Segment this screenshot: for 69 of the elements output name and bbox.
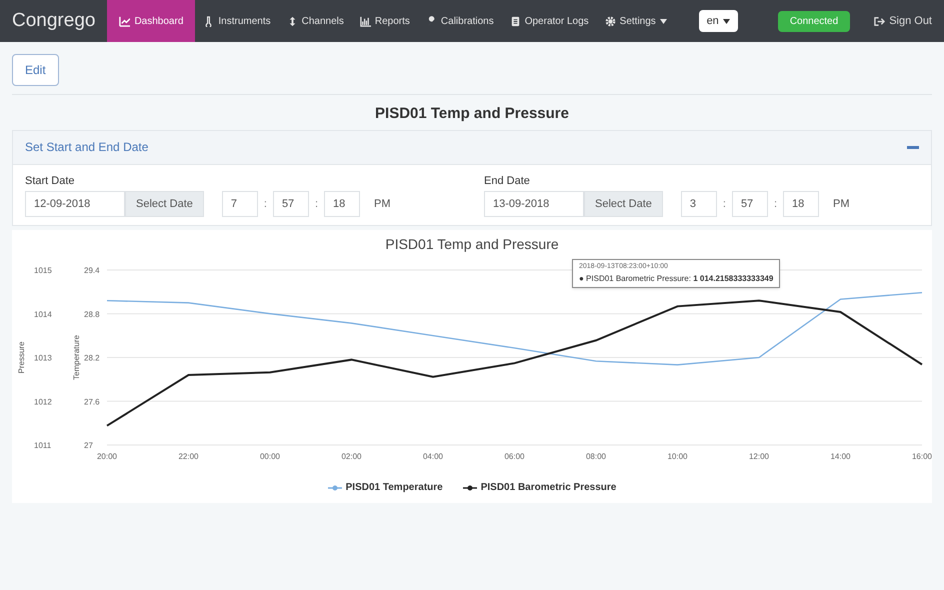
axis-tick-label: 22:00 bbox=[178, 452, 199, 461]
axis-tick-label: 29.4 bbox=[84, 266, 100, 275]
axis-tick-label: 28.2 bbox=[84, 354, 100, 362]
am-pm-label: PM bbox=[374, 196, 390, 212]
date-label: Start Date bbox=[25, 174, 76, 188]
axis-tick-label: 16:00 bbox=[912, 452, 932, 461]
select-date-button[interactable]: Select Date bbox=[584, 191, 663, 217]
sign-out-icon bbox=[874, 16, 886, 26]
axis-tick-label: 1012 bbox=[34, 397, 52, 406]
legend-marker-icon bbox=[462, 484, 477, 490]
nav-tab[interactable]: Dashboard bbox=[107, 0, 196, 42]
axis-tick-label: 06:00 bbox=[504, 452, 525, 461]
axis-tick-label: 27 bbox=[84, 441, 93, 450]
tooltip-value: ● PISD01 Barometric Pressure: 1 014.2158333333349 bbox=[579, 272, 774, 284]
chart-icon bbox=[119, 16, 130, 26]
chart-title: PISD01 Temp and Pressure bbox=[384, 235, 560, 254]
axis-tick-label: 1015 bbox=[34, 266, 52, 275]
axis-tick-label: 1013 bbox=[34, 354, 52, 362]
legend-marker-icon bbox=[328, 484, 342, 490]
hour-field[interactable]: 7 bbox=[222, 191, 258, 217]
thermometer-icon bbox=[203, 16, 214, 26]
am-pm-label: PM bbox=[833, 196, 850, 212]
legend-item[interactable]: PISD01 Temperature bbox=[328, 480, 443, 495]
axis-tick-label: 27.6 bbox=[84, 397, 100, 406]
doc-icon bbox=[510, 16, 521, 26]
axis-tick-label: 14:00 bbox=[830, 452, 851, 461]
minute-field[interactable]: 57 bbox=[732, 191, 768, 217]
second-field[interactable]: 18 bbox=[324, 191, 360, 217]
axis-tick-label: 1011 bbox=[34, 441, 52, 450]
axis-tick-label: 00:00 bbox=[260, 452, 280, 461]
minute-field[interactable]: 57 bbox=[272, 191, 309, 217]
axis-title: Pressure bbox=[17, 342, 26, 374]
page-title: PISD01 Temp and Pressure bbox=[374, 104, 570, 124]
nav-tab[interactable]: Operator Logs bbox=[502, 0, 597, 42]
axis-tick-label: 08:00 bbox=[586, 452, 606, 461]
select-date-button[interactable]: Select Date bbox=[125, 191, 204, 217]
axis-tick-label: 04:00 bbox=[422, 452, 444, 461]
connection-badge: Connected bbox=[778, 10, 850, 32]
nav-tab[interactable]: Calibrations bbox=[418, 0, 502, 42]
second-field[interactable]: 18 bbox=[783, 191, 819, 217]
time-separator: : bbox=[774, 196, 777, 212]
axis-title: Temperature bbox=[72, 335, 81, 380]
brand-logo[interactable]: Congrego bbox=[0, 6, 108, 36]
date-field[interactable]: 12-09-2018 bbox=[25, 191, 125, 217]
axis-tick-label: 20:00 bbox=[96, 452, 118, 461]
axis-tick-label: 10:00 bbox=[667, 452, 688, 461]
nav-tab[interactable]: Settings bbox=[596, 0, 675, 42]
language-dropdown[interactable]: en bbox=[698, 10, 738, 32]
collapse-icon[interactable] bbox=[907, 146, 919, 148]
gear-icon bbox=[604, 16, 616, 26]
axis-tick-label: 12:00 bbox=[748, 452, 770, 461]
date-field[interactable]: 13-09-2018 bbox=[484, 191, 584, 217]
time-separator: : bbox=[722, 196, 726, 212]
axis-tick-label: 02:00 bbox=[341, 452, 362, 461]
nav-tab[interactable]: Reports bbox=[352, 0, 418, 42]
nav-tab[interactable]: Instruments bbox=[195, 0, 279, 42]
time-separator: : bbox=[314, 196, 318, 212]
time-separator: : bbox=[264, 196, 267, 212]
caret-icon bbox=[722, 18, 730, 24]
axis-tick-label: 1014 bbox=[34, 310, 52, 319]
hour-field[interactable]: 3 bbox=[680, 191, 717, 217]
legend-item[interactable]: PISD01 Barometric Pressure bbox=[462, 480, 616, 495]
date-label: End Date bbox=[484, 174, 531, 188]
sign-out-link[interactable]: Sign Out bbox=[874, 12, 944, 30]
nav-tab[interactable]: Channels bbox=[278, 0, 352, 42]
edit-button[interactable]: Edit bbox=[12, 54, 59, 86]
axis-tick-label: 28.8 bbox=[84, 310, 100, 319]
panel-title: Set Start and End Date bbox=[25, 139, 148, 156]
bars-icon bbox=[360, 16, 371, 26]
